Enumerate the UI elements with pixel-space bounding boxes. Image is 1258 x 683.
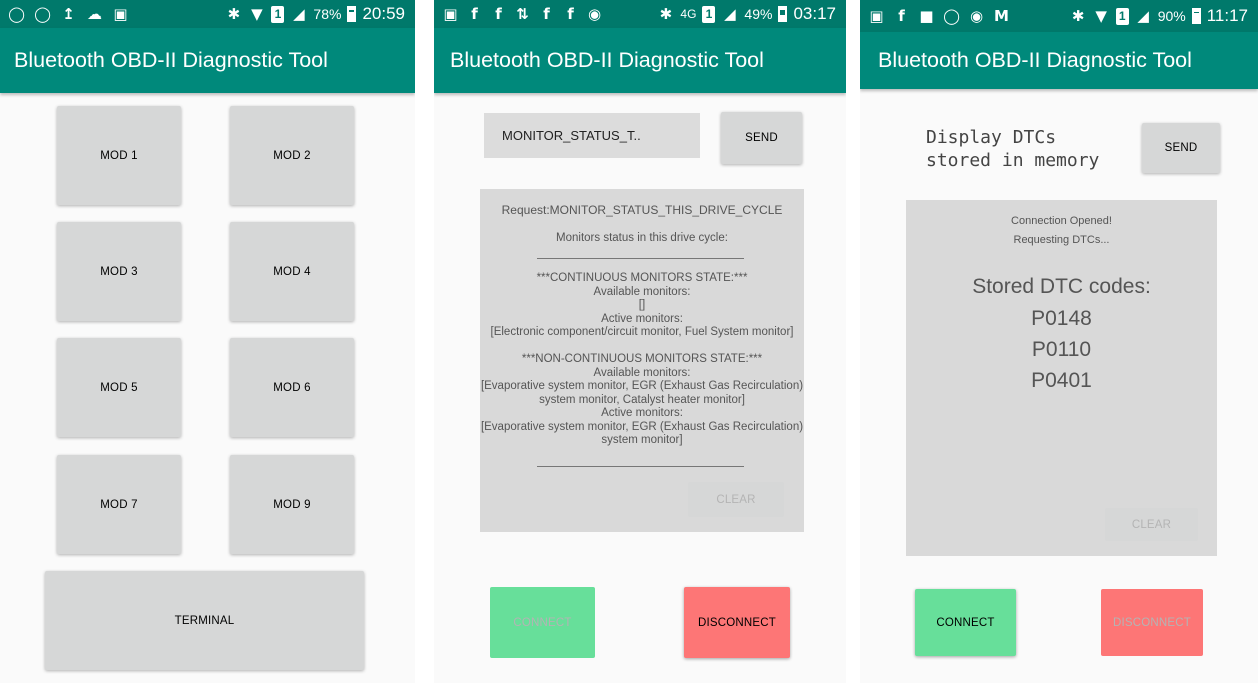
- clock: 03:17: [793, 4, 836, 23]
- monitor-status-line: [Electronic component/circuit monitor, F…: [490, 326, 794, 338]
- battery-percent: 49%: [744, 6, 773, 22]
- monitor-status-line: Available monitors:: [593, 285, 691, 298]
- upload-icon: ↥: [62, 4, 75, 23]
- monitor-status-line: []: [638, 299, 646, 311]
- screen-mode-menu: ◯ ◯ ↥ ☁ ▣ ✱ ▼ 1 ◢ 78% 20:59 Bluetooth OB…: [0, 0, 415, 683]
- app-bar: Bluetooth OBD-II Diagnostic Tool: [434, 28, 846, 93]
- send-button[interactable]: SEND: [721, 112, 802, 164]
- dtc-code: P0110: [1031, 338, 1092, 361]
- command-dropdown[interactable]: MONITOR_STATUS_T..: [484, 113, 700, 158]
- app-title: Bluetooth OBD-II Diagnostic Tool: [450, 48, 764, 72]
- image-icon: ▣: [113, 4, 128, 23]
- signal-icon: ◢: [724, 4, 736, 23]
- messenger-icon: ◉: [969, 6, 984, 25]
- instagram-icon: ◯: [8, 4, 25, 23]
- response-panel: Request:MONITOR_STATUS_THIS_DRIVE_CYCLE …: [480, 189, 804, 532]
- monitor-status-line: Active monitors:: [601, 312, 683, 325]
- monitor-status-line: ***CONTINUOUS MONITORS STATE:***: [536, 272, 748, 284]
- command-line-2: stored in memory: [926, 150, 1100, 171]
- mod-6-button[interactable]: MOD 6: [230, 338, 354, 437]
- connect-button[interactable]: CONNECT: [915, 589, 1016, 656]
- facebook-icon: f: [495, 4, 502, 23]
- instagram-icon: ◯: [34, 4, 51, 23]
- monitor-status-line: [480, 340, 804, 354]
- bluetooth-icon: ✱: [1071, 6, 1085, 25]
- dtc-code: P0401: [1031, 369, 1092, 392]
- terminal-button[interactable]: TERMINAL: [45, 571, 364, 670]
- divider: [537, 466, 744, 467]
- instagram-icon: ◯: [943, 6, 960, 25]
- connect-button[interactable]: CONNECT: [490, 587, 595, 658]
- response-panel: Connection Opened! Requesting DTCs... St…: [906, 200, 1217, 556]
- clear-button[interactable]: CLEAR: [688, 482, 784, 517]
- monitor-lines: ***CONTINUOUS MONITORS STATE:*** Availabl…: [480, 272, 804, 448]
- mod-1-button[interactable]: MOD 1: [57, 106, 181, 205]
- bluetooth-icon: ✱: [227, 4, 241, 23]
- command-line-1: Display DTCs: [926, 127, 1057, 148]
- battery-icon: [1191, 8, 1201, 24]
- mod-4-button[interactable]: MOD 4: [230, 222, 354, 321]
- monitor-status-line: system monitor]: [601, 434, 683, 446]
- monitor-status-line: [Evaporative system monitor, EGR (Exhaus…: [480, 380, 804, 392]
- clear-button[interactable]: CLEAR: [1105, 508, 1198, 541]
- monitor-status-line: Available monitors:: [593, 366, 691, 379]
- mod-7-button[interactable]: MOD 7: [57, 455, 181, 554]
- dtc-codes-heading: Stored DTC codes:: [972, 275, 1151, 298]
- app-title: Bluetooth OBD-II Diagnostic Tool: [878, 48, 1192, 72]
- sim-icon: 1: [271, 5, 285, 23]
- clock: 11:17: [1206, 6, 1248, 25]
- status-bar: ▣ f f ⇅ f f ◉ ✱ 4G 1 ◢ 49% 03:17: [434, 0, 846, 28]
- battery-percent: 78%: [313, 6, 342, 22]
- battery-icon: [778, 6, 788, 22]
- sim-icon: 1: [1115, 7, 1129, 25]
- message-icon: ▣: [869, 6, 884, 25]
- cloud-icon: ☁: [87, 4, 102, 23]
- app-bar: Bluetooth OBD-II Diagnostic Tool: [0, 28, 415, 93]
- clock: 20:59: [362, 4, 405, 23]
- wifi-icon: ▼: [1095, 6, 1107, 25]
- messenger-icon: ◉: [587, 4, 602, 23]
- gmail-icon: M: [994, 6, 1009, 25]
- mod-5-button[interactable]: MOD 5: [57, 338, 181, 437]
- network-type: 4G: [680, 7, 697, 21]
- response-heading: Monitors status in this drive cycle:: [556, 232, 728, 244]
- battery-icon: [347, 6, 357, 22]
- status-bar: ▣ f ■ ◯ ◉ M ✱ ▼ 1 ◢ 90% 11:17: [860, 0, 1258, 32]
- sim-icon: 1: [702, 5, 716, 23]
- divider: [537, 258, 744, 259]
- disconnect-button[interactable]: DISCONNECT: [684, 587, 790, 658]
- battery-percent: 90%: [1157, 8, 1186, 24]
- request-line: Request:MONITOR_STATUS_THIS_DRIVE_CYCLE: [501, 203, 783, 217]
- wifi-icon: ▼: [251, 4, 263, 23]
- command-spinner[interactable]: Display DTCs stored in memory: [926, 126, 1099, 172]
- screen-monitor-status: ▣ f f ⇅ f f ◉ ✱ 4G 1 ◢ 49% 03:17 Bluetoo…: [434, 0, 846, 683]
- mod-2-button[interactable]: MOD 2: [230, 106, 354, 205]
- app-title: Bluetooth OBD-II Diagnostic Tool: [14, 48, 328, 72]
- signal-icon: ◢: [1137, 6, 1149, 25]
- facebook-icon: f: [471, 4, 478, 23]
- monitor-status-line: ***NON-CONTINUOUS MONITORS STATE:***: [521, 353, 763, 365]
- bluetooth-icon: ✱: [659, 4, 673, 23]
- facebook-icon: f: [898, 6, 905, 25]
- facebook-icon: f: [543, 4, 550, 23]
- signal-icon: ◢: [293, 4, 305, 23]
- dtc-code: P0148: [1031, 307, 1092, 330]
- mod-3-button[interactable]: MOD 3: [57, 222, 181, 321]
- send-button[interactable]: SEND: [1142, 123, 1220, 173]
- request-status: Requesting DTCs...: [1013, 234, 1110, 246]
- message-icon: ▣: [443, 4, 458, 23]
- monitor-status-line: [Evaporative system monitor, EGR (Exhaus…: [480, 420, 804, 433]
- monitor-status-line: system monitor, Catalyst heater monitor]: [539, 393, 745, 406]
- screen-stored-dtcs: ▣ f ■ ◯ ◉ M ✱ ▼ 1 ◢ 90% 11:17 Bluetooth …: [860, 0, 1258, 683]
- disconnect-button[interactable]: DISCONNECT: [1101, 589, 1203, 656]
- facebook-icon: f: [567, 4, 574, 23]
- monitor-status-line: Active monitors:: [601, 407, 683, 419]
- shuffle-icon: ⇅: [516, 4, 529, 23]
- connection-status: Connection Opened!: [1011, 215, 1112, 227]
- chat-icon: ■: [919, 6, 934, 25]
- mod-9-button[interactable]: MOD 9: [230, 455, 354, 554]
- status-bar: ◯ ◯ ↥ ☁ ▣ ✱ ▼ 1 ◢ 78% 20:59: [0, 0, 415, 28]
- app-bar: Bluetooth OBD-II Diagnostic Tool: [860, 32, 1258, 89]
